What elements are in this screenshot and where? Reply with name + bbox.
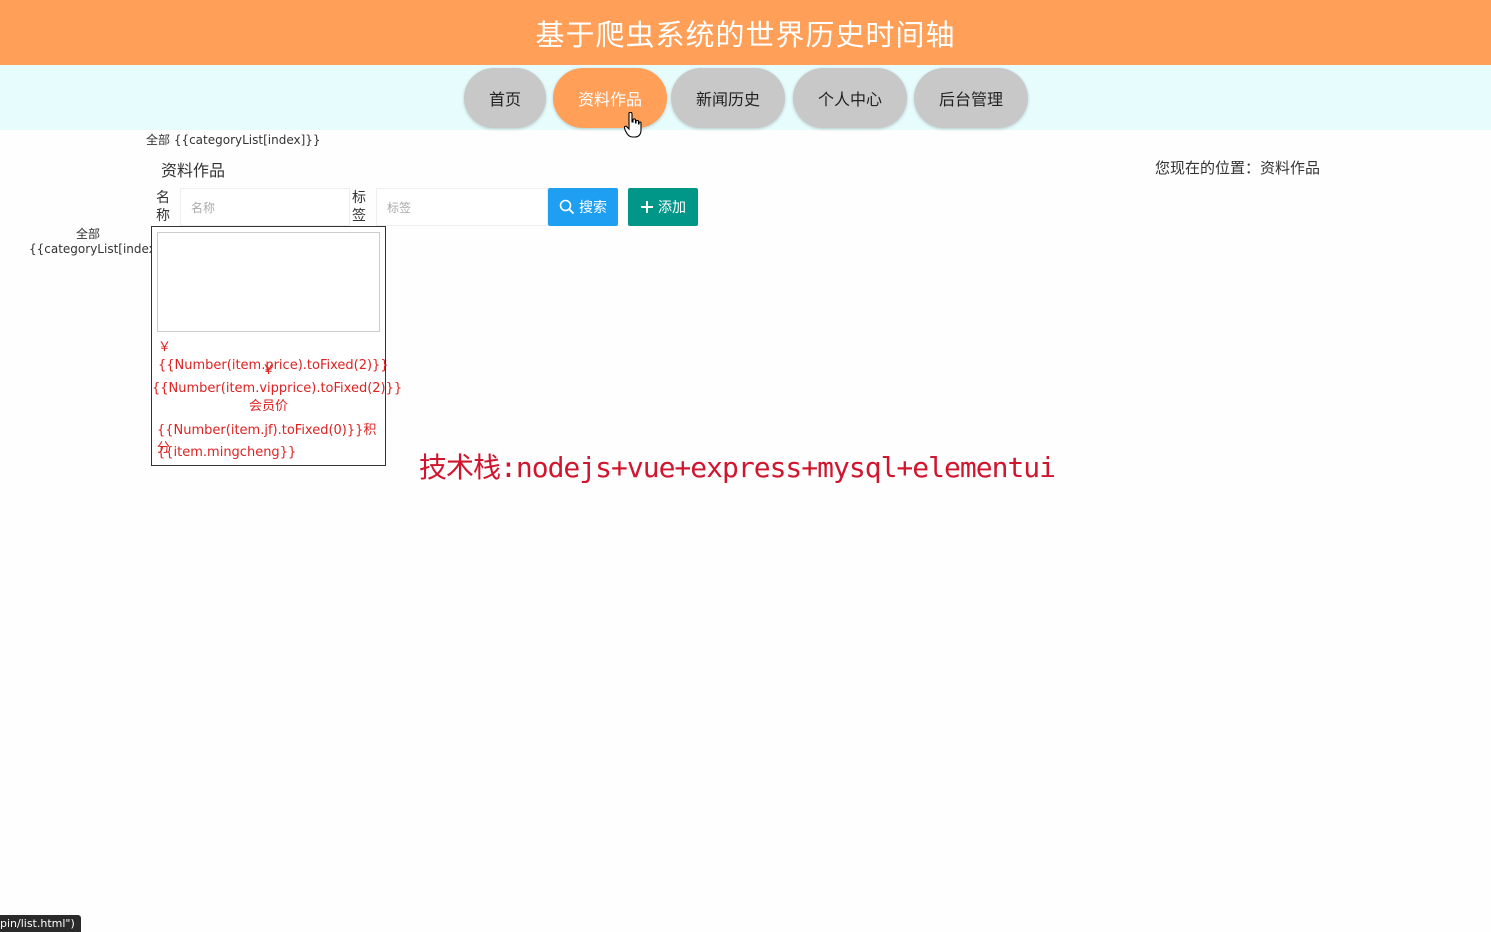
tag-label-char-2: 签 [352,208,366,224]
nav-home[interactable]: 首页 [464,68,546,128]
hand-cursor-icon [624,112,642,138]
search-button[interactable]: 搜索 [548,188,618,226]
side-category-template: {{categoryList[index]}} [29,242,176,256]
search-button-label: 搜索 [579,200,607,216]
product-name: {{item.mingcheng}} [157,445,297,460]
tech-stack-overlay: 技术栈:nodejs+vue+express+mysql+elementui [419,451,1056,484]
nav-user-center[interactable]: 个人中心 [793,68,907,128]
search-icon [559,199,575,215]
plus-icon [641,201,653,213]
tag-label: 标 签 [351,189,367,225]
vip-price: {{Number(item.vipprice).toFixed(2)}} [152,381,403,396]
nav-news-history[interactable]: 新闻历史 [671,68,785,128]
name-input[interactable]: 名称 [180,188,350,226]
category-filter-top[interactable]: 全部 {{categoryList[index]}} [146,131,321,148]
status-bar-url: pin/list.html") [0,915,81,932]
breadcrumb: 您现在的位置：资料作品 [1155,159,1321,177]
nav-admin[interactable]: 后台管理 [914,68,1028,128]
tag-input[interactable]: 标签 [376,188,548,226]
nav-works[interactable]: 资料作品 [553,68,667,128]
name-label: 名 称 [155,189,171,225]
product-card[interactable]: ￥{{Number(item.price).toFixed(2)}} ￥ {{N… [151,226,403,466]
page-title: 资料作品 [161,161,226,180]
tag-label-char-1: 标 [352,190,366,206]
vip-price-symbol: ￥ [261,363,275,378]
product-image [157,232,380,332]
add-button-label: 添加 [658,200,686,216]
side-category-all: 全部 [75,227,100,241]
site-title: 基于爬虫系统的世界历史时间轴 [535,17,956,52]
vip-price-label: 会员价 [248,399,288,414]
site-header: 基于爬虫系统的世界历史时间轴 [0,0,1491,65]
side-category-filter[interactable]: 全部 {{categoryList[index]}} [29,227,176,257]
name-label-char-2: 称 [156,208,170,224]
nav-bar: 首页 资料作品 新闻历史 个人中心 后台管理 [0,65,1491,130]
add-button[interactable]: 添加 [628,188,698,226]
name-label-char-1: 名 [156,190,170,206]
